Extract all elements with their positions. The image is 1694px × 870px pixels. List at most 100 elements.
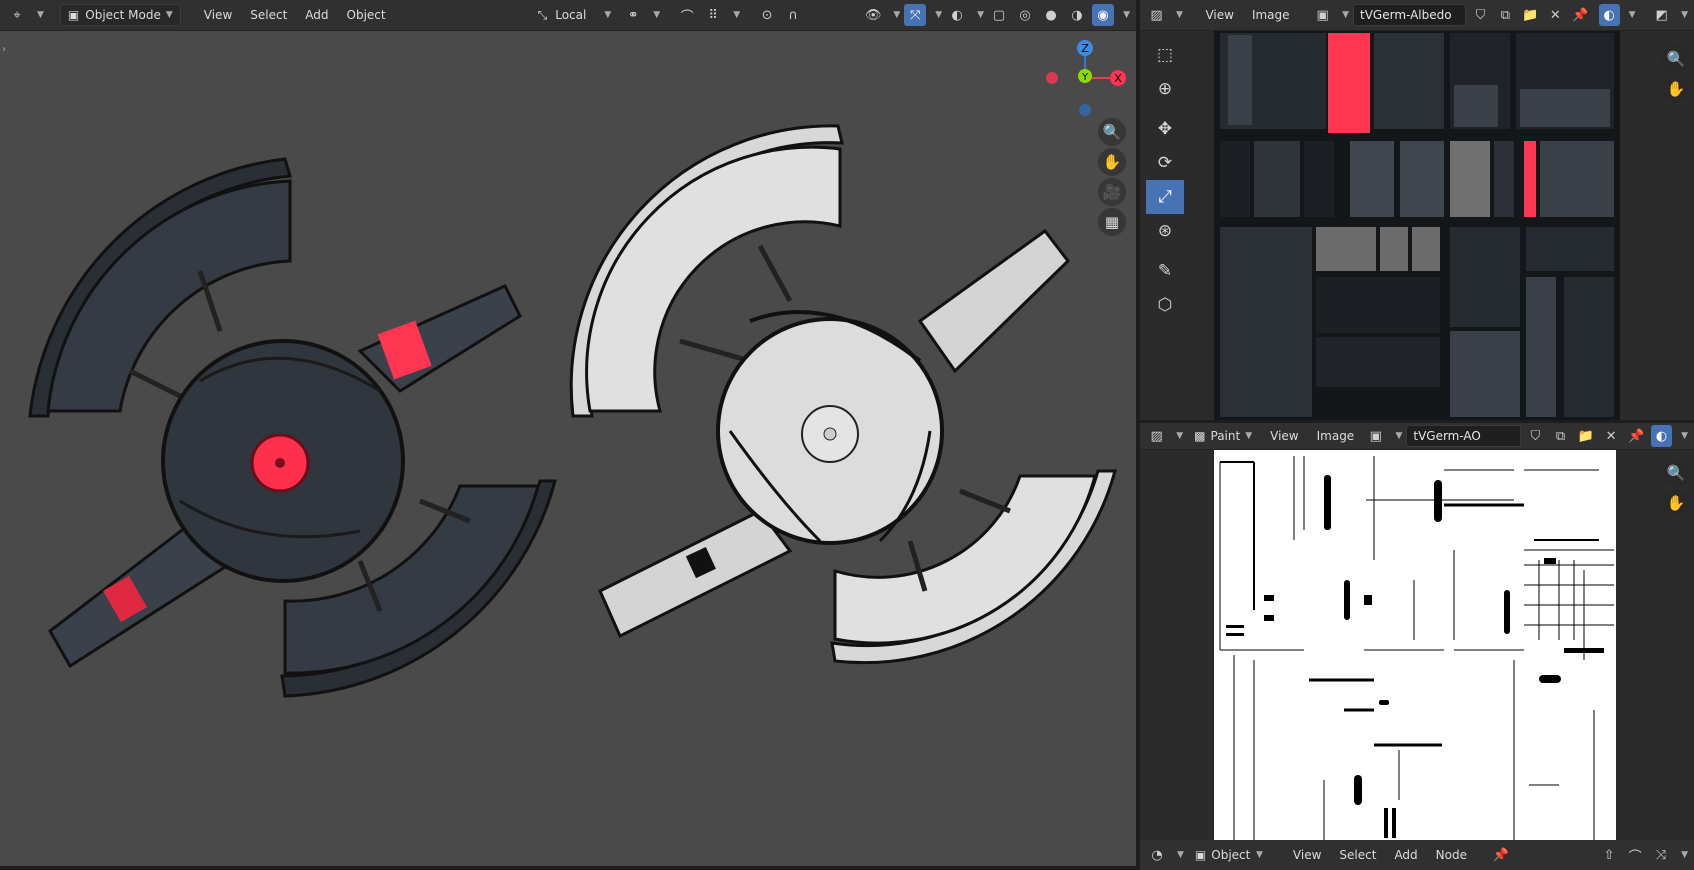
paint-mode-icon: ▩ [1194,429,1206,443]
annotate-icon[interactable]: ✎ [1146,254,1184,288]
status-strip [0,866,1136,870]
pivot-icon[interactable]: ⚭ [622,4,644,26]
fake-user-icon[interactable]: ⛉ [1525,425,1546,447]
image-browse-icon[interactable]: ▣ [1365,425,1386,447]
menu-view[interactable]: View [1263,425,1305,447]
chevron-down-icon: ▼ [1175,10,1183,20]
close-icon[interactable]: ✕ [1600,425,1621,447]
chevron-down-icon: ▼ [935,10,943,20]
mode-dropdown[interactable]: ▩ Paint ▼ [1187,425,1259,447]
object-mode-icon: ▣ [1194,848,1207,862]
move-icon[interactable]: ✥ [1146,112,1184,146]
open-image-icon[interactable]: 📁 [1520,4,1541,26]
gizmo-icon[interactable]: ⤧ [904,4,927,26]
cursor-icon[interactable]: ⊕ [1146,72,1184,106]
viewport-header: ⌖ ▼ ▣ Object Mode ▼ View Select Add Object … [0,0,1136,31]
image-editor-ao-header: ▨ ▼ ▩ Paint ▼ View Image ▣ ▼ tVGerm-AO ⛉ ⧉ 📁… [1140,423,1694,450]
orientation-dropdown[interactable]: ⤡ Local ▼ [531,4,619,26]
snap-icon[interactable]: ⌒ [676,4,698,26]
image-editor-ao[interactable]: ▨ ▼ ▩ Paint ▼ View Image ▣ ▼ tVGerm-AO ⛉ ⧉ 📁… [1140,45,1694,840]
new-image-icon[interactable]: ⧉ [1550,425,1571,447]
visibility-icon[interactable]: 👁 [862,4,884,26]
menu-add[interactable]: Add [298,4,335,26]
image-editor-albedo[interactable]: ▨ ▼ View Image ▣ ▼ tVGerm-Albedo ⛉ ⧉ 📁 ✕ 📌… [1140,0,1694,420]
chevron-down-icon: ▼ [1342,10,1350,20]
hand-icon[interactable]: ✋ [1662,75,1690,103]
transform-icon[interactable]: ⊛ [1146,214,1184,248]
chevron-down-icon: ▼ [604,10,612,20]
pin-icon[interactable]: 📌 [1626,425,1647,447]
scale-icon[interactable]: ⤢ [1146,180,1184,214]
mode-label: Paint [1210,429,1241,443]
close-icon[interactable]: ✕ [1545,4,1566,26]
chevron-down-icon: ▼ [977,10,985,20]
chevron-down-icon: ▼ [1628,10,1636,20]
falloff-icon[interactable]: ∩ [782,4,804,26]
menu-view[interactable]: View [197,4,239,26]
dark-germ-object[interactable] [28,157,557,698]
editor-type-icon[interactable]: ◔ [1146,844,1168,866]
zoom-icon[interactable]: 🔍 [1662,459,1690,487]
image-browse-icon[interactable]: ▣ [1312,4,1333,26]
node-editor[interactable]: ◔ ▼ ▣ Object ▼ View Select Add Node 📌 ⇧ ⌒ ⤨… [1140,840,1694,870]
display-channels-icon[interactable]: ◩ [1651,4,1672,26]
mode-dropdown[interactable]: ▣ Object Mode ▼ [59,4,181,26]
shading-solid-icon[interactable]: ● [1040,4,1062,26]
editor-type-icon[interactable]: ▨ [1146,425,1167,447]
menu-add[interactable]: Add [1387,844,1424,866]
image-name-field[interactable]: tVGerm-AO [1406,425,1521,447]
chevron-down-icon: ▼ [165,10,173,20]
menu-object[interactable]: Object [340,4,393,26]
object-mode-icon: ▣ [67,8,80,22]
shader-type-dropdown[interactable]: ▣ Object ▼ [1188,844,1270,866]
pin-icon[interactable]: 📌 [1490,844,1512,866]
menu-select[interactable]: Select [1332,844,1383,866]
menu-view[interactable]: View [1198,4,1240,26]
gizmo-icon[interactable]: ◐ [1650,425,1673,447]
hand-icon[interactable]: ✋ [1662,489,1690,517]
white-germ-object[interactable] [569,124,1117,665]
shading-material-icon[interactable]: ◑ [1066,4,1088,26]
snap-element-icon[interactable]: ⤨ [1650,844,1672,866]
chevron-down-icon: ▼ [893,10,901,20]
image-name-field[interactable]: tVGerm-Albedo [1353,4,1466,26]
xray-icon[interactable]: ▢ [988,4,1010,26]
menu-view[interactable]: View [1286,844,1328,866]
viewport-3d[interactable]: ⌖ ▼ ▣ Object Mode ▼ View Select Add Object … [0,0,1136,870]
parent-node-icon[interactable]: ⇧ [1598,844,1620,866]
snap-icon[interactable]: ⌒ [1624,844,1646,866]
menu-node[interactable]: Node [1429,844,1474,866]
shading-rendered-icon[interactable]: ◉ [1092,4,1115,26]
orientation-icon: ⤡ [537,7,548,22]
open-image-icon[interactable]: 📁 [1575,425,1596,447]
image-toolbar: ⬚ ⊕ ✥ ⟳ ⤢ ⊛ ✎ ⬡ [1146,38,1184,322]
new-image-icon[interactable]: ⧉ [1495,4,1516,26]
editor-type-icon[interactable]: ▨ [1146,4,1167,26]
overlay-icon[interactable]: ◐ [946,4,968,26]
mode-label: Object Mode [85,8,161,22]
select-box-icon[interactable]: ⬚ [1146,38,1184,72]
chevron-down-icon: ▼ [733,10,741,20]
chevron-down-icon: ▼ [1256,850,1263,860]
proportional-icon[interactable]: ⊙ [756,4,778,26]
chevron-down-icon: ▼ [1245,431,1253,441]
menu-image[interactable]: Image [1310,425,1362,447]
rotate-icon[interactable]: ⟳ [1146,146,1184,180]
chevron-down-icon: ▼ [1123,10,1130,20]
albedo-texture[interactable] [1214,31,1620,420]
add-cube-icon[interactable]: ⬡ [1146,288,1184,322]
menu-image[interactable]: Image [1245,4,1297,26]
chevron-down-icon: ▼ [1395,431,1403,441]
pin-icon[interactable]: 📌 [1570,4,1591,26]
snap-increment-icon[interactable]: ⠿ [702,4,724,26]
gizmo-icon[interactable]: ◐ [1598,4,1620,26]
ao-texture[interactable] [1214,450,1616,840]
shading-wire-icon[interactable]: ◎ [1014,4,1036,26]
chevron-down-icon: ▼ [37,10,44,20]
editor-type-icon[interactable]: ⌖ [6,4,28,26]
orientation-label: Local [555,8,587,22]
zoom-icon[interactable]: 🔍 [1662,45,1690,73]
menu-select[interactable]: Select [243,4,294,26]
fake-user-icon[interactable]: ⛉ [1470,4,1491,26]
chevron-down-icon: ▼ [1681,431,1689,441]
